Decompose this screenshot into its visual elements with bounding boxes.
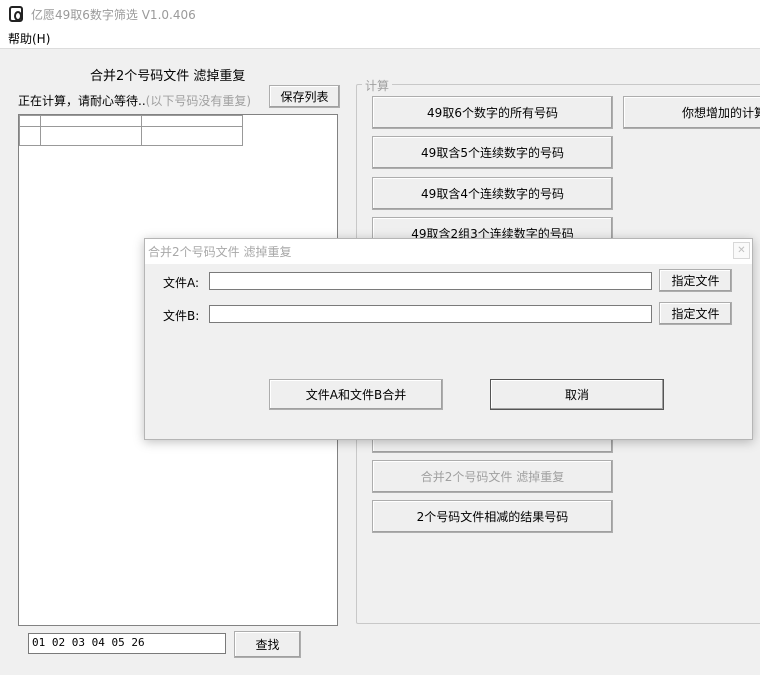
window-title: 亿愿49取6数字筛选 V1.0.406	[31, 7, 196, 22]
status-dots: ..	[138, 94, 146, 108]
grid-cell	[40, 126, 142, 146]
grid-cell	[141, 115, 243, 127]
calc-button-subtract[interactable]: 2个号码文件相减的结果号码	[372, 500, 613, 533]
file-a-field[interactable]	[209, 272, 652, 290]
calc-group-label: 计算	[362, 77, 393, 94]
cancel-button[interactable]: 取消	[490, 379, 664, 410]
app-lock-icon	[9, 6, 23, 22]
menu-bar: 帮助(H)	[0, 28, 760, 48]
calc-button-merge[interactable]: 合并2个号码文件 滤掉重复	[372, 460, 613, 493]
menu-help[interactable]: 帮助(H)	[8, 30, 50, 47]
merge-button[interactable]: 文件A和文件B合并	[269, 379, 443, 410]
merge-dialog: 合并2个号码文件 滤掉重复 ✕ 文件A: 指定文件 文件B: 指定文件 文件A和…	[144, 238, 753, 440]
window-title-bar: 亿愿49取6数字筛选 V1.0.406	[0, 0, 760, 28]
browse-file-b-button[interactable]: 指定文件	[659, 302, 732, 325]
status-text: 正在计算，请耐心等待	[18, 94, 139, 108]
calc-button-custom[interactable]: 你想增加的计算	[623, 96, 760, 129]
search-button[interactable]: 查找	[234, 631, 301, 658]
file-b-field[interactable]	[209, 305, 652, 323]
calc-button-5-consecutive[interactable]: 49取含5个连续数字的号码	[372, 136, 613, 169]
browse-file-a-button[interactable]: 指定文件	[659, 269, 732, 292]
file-a-label: 文件A:	[163, 276, 200, 290]
dialog-title: 合并2个号码文件 滤掉重复	[148, 245, 292, 259]
grid-cell	[19, 126, 41, 146]
file-b-label: 文件B:	[163, 309, 200, 323]
grid-cell	[141, 126, 243, 146]
calc-button-4-consecutive[interactable]: 49取含4个连续数字的号码	[372, 177, 613, 210]
calc-button-all[interactable]: 49取6个数字的所有号码	[372, 96, 613, 129]
save-list-button[interactable]: 保存列表	[269, 85, 340, 108]
search-input[interactable]: 01 02 03 04 05 26	[28, 633, 226, 654]
grid-cell	[19, 115, 41, 127]
result-grid	[19, 115, 243, 146]
dialog-title-bar: 合并2个号码文件 滤掉重复 ✕	[145, 239, 752, 264]
grid-cell	[40, 115, 142, 127]
status-line: 正在计算，请耐心等待..(以下号码没有重复)	[18, 92, 251, 109]
left-heading: 合并2个号码文件 滤掉重复	[90, 69, 246, 84]
close-icon[interactable]: ✕	[733, 242, 750, 259]
status-note: (以下号码没有重复)	[145, 94, 252, 108]
